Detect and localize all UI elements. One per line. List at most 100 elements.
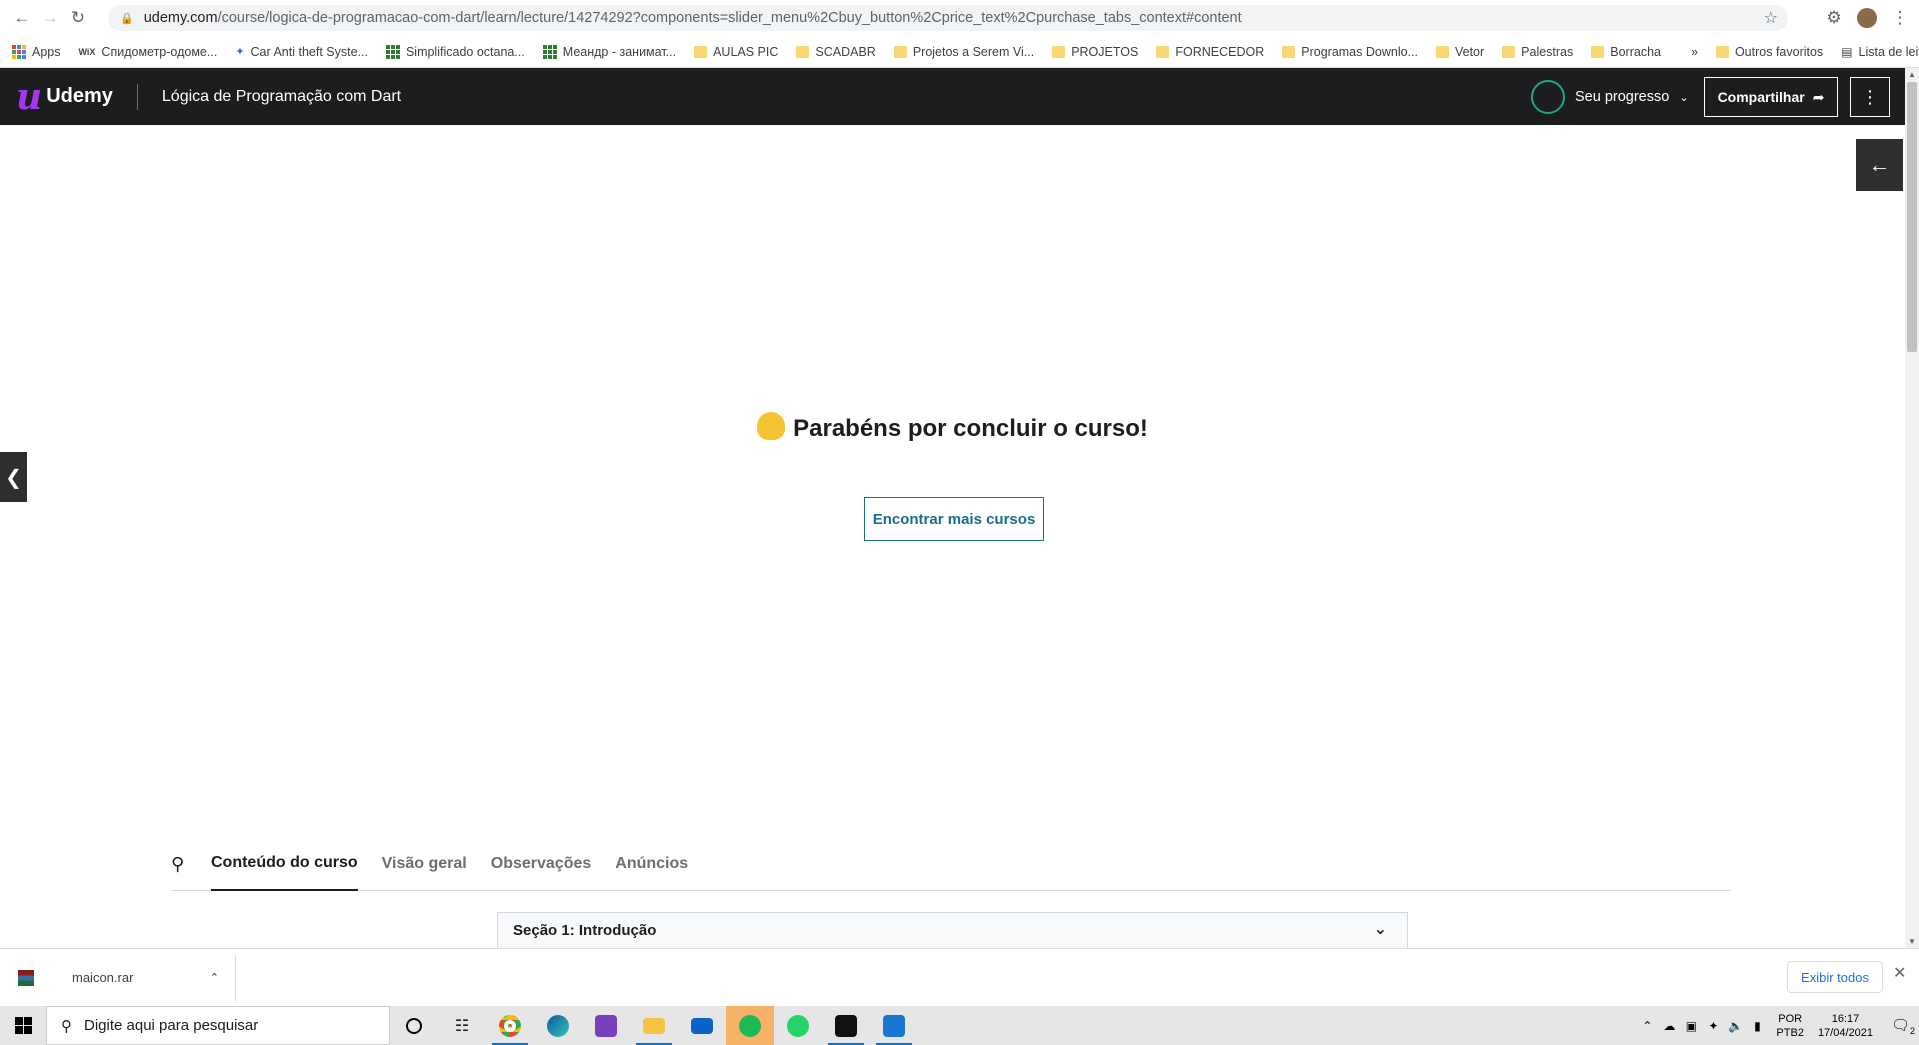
bookmark-star-icon[interactable]: ☆ xyxy=(1764,8,1778,28)
bookmark-aulas-pic[interactable]: AULAS PIC xyxy=(694,45,778,59)
start-button[interactable] xyxy=(0,1006,46,1045)
udemy-logo[interactable]: u Udemy xyxy=(16,79,113,115)
folder-icon xyxy=(796,45,810,58)
rar-file-icon xyxy=(18,969,34,986)
share-button[interactable]: Compartilhar ➦ xyxy=(1704,77,1838,117)
photos-icon[interactable] xyxy=(870,1006,918,1045)
progress-dropdown[interactable]: Seu progresso ⌄ xyxy=(1531,80,1689,114)
bookmark-programas[interactable]: Programas Downlo... xyxy=(1282,45,1418,59)
bookmarks-bar: Apps WiX Спидометр-одоме... ✦ Car Anti the… xyxy=(0,36,1919,68)
bookmark-apps[interactable]: Apps xyxy=(12,44,61,59)
section-title: Seção 1: Introdução xyxy=(513,922,657,939)
notification-count: 2 xyxy=(1910,1025,1916,1036)
show-all-downloads-button[interactable]: Exibir todos xyxy=(1787,961,1883,993)
scroll-up-icon[interactable]: ▲ xyxy=(1908,70,1916,79)
whatsapp-icon[interactable] xyxy=(774,1006,822,1045)
bookmark-simplificado[interactable]: Simplificado octana... xyxy=(385,44,525,59)
mail-icon[interactable] xyxy=(678,1006,726,1045)
folder-icon xyxy=(1435,45,1449,58)
volume-icon[interactable]: 🔈 xyxy=(1724,1019,1746,1033)
folder-icon xyxy=(694,45,708,58)
search-icon: ⚲ xyxy=(61,1017,72,1035)
folder-icon xyxy=(1156,45,1170,58)
tab-announcements[interactable]: Anúncios xyxy=(615,838,688,891)
folder-icon xyxy=(1715,45,1729,58)
previous-lecture-button[interactable]: ❮ xyxy=(0,452,27,502)
windows-taskbar: ⚲ Digite aqui para pesquisar ☷ ⌃ ☁ ▣ ✦ 🔈… xyxy=(0,1006,1919,1045)
scroll-down-icon[interactable]: ▼ xyxy=(1908,937,1916,946)
edge-icon[interactable] xyxy=(534,1006,582,1045)
address-bar[interactable]: 🔒 udemy.com/course/logica-de-programacao… xyxy=(108,5,1788,31)
battery-icon[interactable]: ▮ xyxy=(1746,1019,1768,1033)
bookmark-vetor[interactable]: Vetor xyxy=(1435,45,1484,59)
browser-menu-icon[interactable]: ⋮ xyxy=(1886,4,1914,32)
arrow-left-icon: ← xyxy=(1868,152,1891,177)
browser-toolbar: ← → ↻ 🔒 udemy.com/course/logica-de-progr… xyxy=(0,0,1919,36)
folder-icon xyxy=(893,45,907,58)
spotify-icon[interactable] xyxy=(726,1006,774,1045)
chevron-down-icon: ⌄ xyxy=(1679,91,1689,104)
tab-course-content[interactable]: Conteúdo do curso xyxy=(211,838,358,891)
wifi-icon[interactable]: ✦ xyxy=(1702,1019,1724,1033)
display-icon[interactable]: ▣ xyxy=(1680,1019,1702,1033)
bookmark-scadabr[interactable]: SCADABR xyxy=(796,45,876,59)
share-arrow-icon: ➦ xyxy=(1812,88,1825,105)
tab-overview[interactable]: Visão geral xyxy=(382,838,467,891)
system-tray: ⌃ ☁ ▣ ✦ 🔈 ▮ POR PTB2 16:17 17/04/2021 🗨2 xyxy=(1636,1006,1919,1045)
progress-ring xyxy=(1531,80,1565,114)
scrollbar-thumb[interactable] xyxy=(1907,82,1917,352)
udemy-logo-icon: u xyxy=(16,75,43,118)
open-sidebar-button[interactable]: ← xyxy=(1856,139,1903,191)
more-bookmarks-button[interactable]: » xyxy=(1691,45,1698,59)
visual-studio-icon[interactable] xyxy=(582,1006,630,1045)
download-bar: maicon.rar ⌃ Exibir todos ✕ xyxy=(0,948,1919,1006)
back-icon[interactable]: ← xyxy=(8,4,36,32)
onedrive-icon[interactable]: ☁ xyxy=(1658,1019,1680,1033)
bookmark-meandr[interactable]: Меандр - занимат... xyxy=(542,44,676,59)
download-file-name: maicon.rar xyxy=(72,970,134,985)
file-explorer-icon[interactable] xyxy=(630,1006,678,1045)
course-header: u Udemy Lógica de Programação com Dart Se… xyxy=(0,68,1905,125)
chrome-icon[interactable] xyxy=(486,1006,534,1045)
more-options-button[interactable]: ⋮ xyxy=(1850,77,1890,117)
find-more-courses-button[interactable]: Encontrar mais cursos xyxy=(864,497,1044,541)
taskbar-search-input[interactable]: ⚲ Digite aqui para pesquisar xyxy=(46,1006,390,1045)
reading-list[interactable]: ▤Lista de leitura xyxy=(1841,45,1919,59)
reload-icon[interactable]: ↻ xyxy=(64,4,92,32)
terminal-icon[interactable] xyxy=(822,1006,870,1045)
bookmark-borracha[interactable]: Borracha xyxy=(1591,45,1661,59)
task-view-icon[interactable]: ☷ xyxy=(438,1006,486,1045)
course-tabs: ⚲ Conteúdo do curso Visão geral Observaç… xyxy=(171,838,1731,891)
bookmark-projetos[interactable]: PROJETOS xyxy=(1052,45,1138,59)
course-title[interactable]: Lógica de Programação com Dart xyxy=(162,88,401,106)
folder-icon xyxy=(1502,45,1516,58)
bookmark-projetos-a-serem[interactable]: Projetos a Serem Vi... xyxy=(893,45,1034,59)
chevron-up-icon[interactable]: ⌃ xyxy=(1636,1019,1658,1033)
cortana-icon[interactable] xyxy=(390,1006,438,1045)
close-icon[interactable]: ✕ xyxy=(1893,963,1906,983)
bookmark-car-anti-theft[interactable]: ✦ Car Anti theft Syste... xyxy=(235,45,368,59)
other-favorites[interactable]: Outros favoritos xyxy=(1715,45,1823,59)
section-accordion[interactable]: Seção 1: Introdução ⌄ xyxy=(497,912,1408,948)
forward-icon[interactable]: → xyxy=(36,4,64,32)
header-divider xyxy=(136,83,138,110)
tab-notes[interactable]: Observações xyxy=(491,838,592,891)
clock[interactable]: 16:17 17/04/2021 xyxy=(1818,1012,1873,1040)
extensions-icon[interactable]: ⚙ xyxy=(1820,4,1848,32)
chevron-up-icon[interactable]: ⌃ xyxy=(210,971,219,984)
chevron-left-icon: ❮ xyxy=(5,466,22,489)
grid-site-icon xyxy=(385,44,400,59)
page-scrollbar[interactable]: ▲ ▼ xyxy=(1905,68,1919,948)
notification-center-icon[interactable]: 🗨2 xyxy=(1887,1016,1919,1036)
download-item[interactable]: maicon.rar ⌃ xyxy=(0,954,236,1001)
search-icon[interactable]: ⚲ xyxy=(171,838,195,891)
bookmark-palestras[interactable]: Palestras xyxy=(1502,45,1573,59)
language-indicator[interactable]: POR PTB2 xyxy=(1776,1012,1804,1040)
site-icon: ✦ xyxy=(235,46,245,58)
bookmark-speedometer[interactable]: WiX Спидометр-одоме... xyxy=(79,45,218,59)
bookmark-fornecedor[interactable]: FORNECEDOR xyxy=(1156,45,1264,59)
profile-avatar[interactable] xyxy=(1857,8,1877,28)
folder-icon xyxy=(1052,45,1066,58)
clock-date: 17/04/2021 xyxy=(1817,1026,1873,1039)
chevron-down-icon: ⌄ xyxy=(1373,921,1387,938)
